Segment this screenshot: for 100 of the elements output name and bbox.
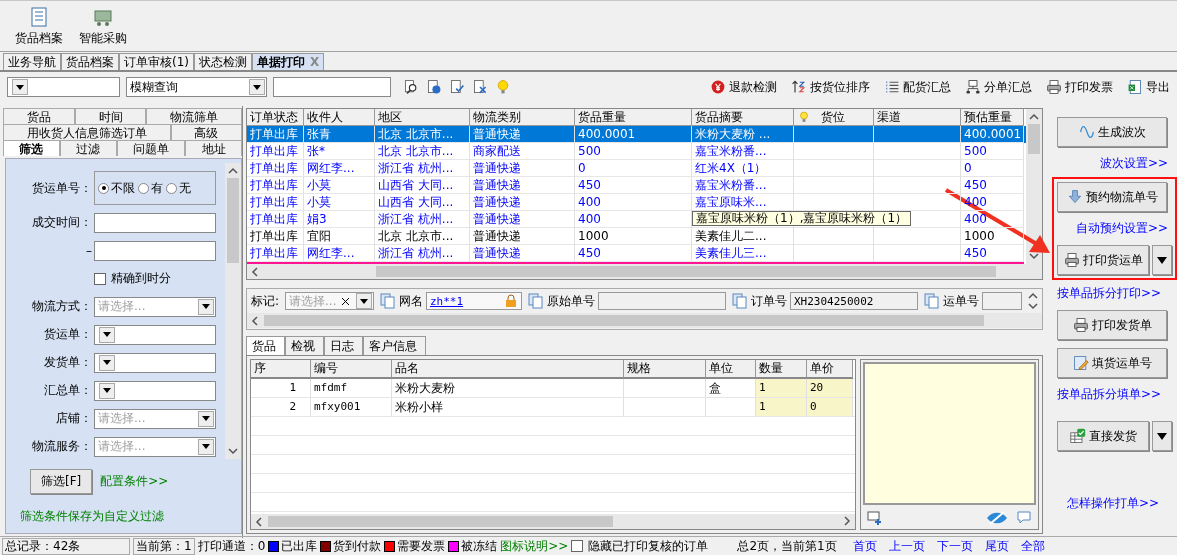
scroll-up-icon[interactable] [228, 166, 238, 176]
page-link[interactable]: 下一页 [937, 537, 973, 555]
filter-button[interactable]: 筛选[F] [30, 469, 93, 494]
input-field[interactable] [982, 292, 1022, 310]
toolbar-button[interactable]: 退款检测 [710, 78, 777, 96]
toolbar-button[interactable]: 打印发票 [1046, 78, 1113, 96]
scroll-left-icon[interactable] [250, 266, 260, 277]
action-button[interactable]: 预约物流单号 [1057, 182, 1167, 212]
scrollbar[interactable] [251, 514, 855, 529]
dropdown-button[interactable] [1152, 245, 1172, 275]
toolbar-button[interactable]: 配货汇总 [884, 78, 951, 96]
copy-icon[interactable] [732, 293, 748, 309]
toolbar-button[interactable]: 智能采购 [76, 7, 130, 51]
radio-option[interactable]: 无 [166, 179, 191, 197]
search-icon[interactable] [403, 78, 419, 96]
page-link[interactable]: 上一页 [889, 537, 925, 555]
delete-document-icon[interactable] [472, 78, 488, 96]
settings-link[interactable]: 按单品拆分填单>> [1057, 386, 1162, 403]
tab[interactable]: 过滤 [59, 140, 117, 156]
column-header[interactable]: 序 [251, 360, 311, 379]
table-row[interactable]: 打单出库 张* 北京 北京市... 商家配送 500 嘉宝米粉番... 500 [247, 143, 1026, 160]
scrollbar[interactable] [247, 313, 1042, 328]
note-area[interactable] [863, 362, 1036, 505]
tab[interactable]: 用收货人信息筛选订单 [3, 124, 171, 140]
table-row[interactable]: 打单出库 张青 北京 北京市... 普通快递 400.0001 米粉大麦粉 ... 400.0001 [247, 126, 1026, 143]
action-button[interactable]: 填货运单号 [1057, 348, 1167, 378]
scroll-left-icon[interactable] [254, 516, 264, 527]
column-header[interactable]: 订单状态 [247, 109, 304, 126]
column-header[interactable]: 货品摘要 [692, 109, 794, 126]
tab[interactable]: 日志 [324, 336, 363, 355]
toolbar-button[interactable]: 分单汇总 [965, 78, 1032, 96]
tab[interactable]: 问题单 [116, 140, 186, 156]
column-header[interactable]: 预估重量 [961, 109, 1024, 126]
tab[interactable]: 订单审核(1) [119, 53, 194, 70]
tab[interactable]: 状态检测 [194, 53, 252, 70]
tab[interactable]: 检视 [285, 336, 324, 355]
globe-document-icon[interactable] [426, 78, 442, 96]
column-header[interactable]: 规格 [624, 360, 706, 379]
action-button[interactable]: 直接发货 [1057, 421, 1149, 451]
column-header[interactable]: 单价 [807, 360, 853, 379]
column-header[interactable]: 物流类别 [470, 109, 575, 126]
hide-icon[interactable] [986, 511, 1008, 525]
settings-link[interactable]: 波次设置>> [1099, 155, 1172, 172]
search-mode-dropdown[interactable]: 模糊查询 [126, 77, 267, 97]
tab[interactable]: 时间 [74, 108, 147, 124]
tab[interactable]: 单据打印 X [252, 53, 325, 70]
scroll-down-icon[interactable] [228, 446, 238, 456]
scroll-down-icon[interactable] [1029, 251, 1039, 261]
scroll-right-icon[interactable] [842, 515, 852, 526]
table-row[interactable]: 打单出库 小莫 山西省 大同... 普通快递 450 嘉宝米粉番... 450 [247, 177, 1026, 194]
scrollbar[interactable] [247, 264, 1042, 279]
column-header[interactable]: 渠道 [874, 109, 961, 126]
column-header[interactable]: 货品重量 [575, 109, 692, 126]
scroll-thumb[interactable] [268, 516, 613, 527]
tab[interactable]: 货品 [3, 108, 75, 124]
tab[interactable]: 地址 [185, 140, 242, 156]
radio-option[interactable]: 不限 [98, 179, 135, 197]
scroll-thumb[interactable] [376, 266, 996, 277]
select-field[interactable] [94, 324, 216, 345]
column-header[interactable]: 收件人 [304, 109, 375, 126]
column-header[interactable]: 数量 [756, 360, 807, 379]
action-button[interactable]: 打印货运单 [1057, 245, 1149, 275]
scroll-up-icon[interactable] [1028, 291, 1038, 301]
comment-icon[interactable] [1016, 510, 1032, 526]
scroll-down-icon[interactable] [1028, 301, 1038, 311]
save-filter-link[interactable]: 筛选条件保存为自定义过滤 [20, 508, 164, 525]
dropdown-button[interactable] [1152, 421, 1172, 451]
checkbox[interactable]: 精确到时分 [94, 270, 171, 287]
scroll-up-icon[interactable] [1029, 112, 1039, 122]
checkbox[interactable]: 隐藏已打印复核的订单 [571, 537, 709, 555]
config-link[interactable]: 配置条件>> [100, 473, 169, 490]
table-row[interactable]: 打单出库 网红李... 浙江省 杭州... 普通快递 0 红米4X（1） 0 [247, 160, 1026, 177]
table-row[interactable]: 打单出库 娟3 浙江省 杭州... 普通快递 400 嘉宝原味米粉（1）,嘉宝原味米粉（1） 400 [247, 211, 1026, 228]
settings-link[interactable]: 怎样操作打单>> [1067, 495, 1160, 512]
scroll-thumb[interactable] [227, 178, 239, 263]
settings-link[interactable]: 按单品拆分打印>> [1057, 285, 1162, 302]
dropdown[interactable] [7, 77, 120, 97]
clear-icon[interactable] [341, 296, 351, 306]
copy-icon[interactable] [528, 293, 544, 309]
table-row[interactable]: 打单出库 宜阳 北京 北京市... 普通快递 1000 美素佳儿二... 1000 [247, 228, 1026, 245]
search-field[interactable] [273, 77, 391, 97]
input-field[interactable] [94, 212, 216, 233]
tab[interactable]: 筛选 [3, 140, 60, 156]
scroll-thumb[interactable] [1028, 124, 1040, 154]
legend-link[interactable]: 图标说明>> [500, 537, 569, 555]
toolbar-button[interactable]: 按货位排序 [791, 78, 870, 96]
page-link[interactable]: 首页 [853, 537, 877, 555]
input-field[interactable] [94, 240, 216, 261]
scrollbar[interactable] [1026, 109, 1042, 264]
column-header[interactable]: 编号 [311, 360, 392, 379]
toolbar-button[interactable]: 导出 [1127, 78, 1170, 96]
select-field[interactable] [94, 380, 216, 401]
copy-icon[interactable] [924, 293, 940, 309]
action-button[interactable]: 打印发货单 [1057, 310, 1167, 340]
tab[interactable]: 业务导航 [3, 53, 61, 70]
column-header[interactable]: 货位 [794, 109, 874, 126]
copy-icon[interactable] [380, 293, 396, 309]
select-field[interactable] [94, 352, 216, 373]
check-document-icon[interactable] [449, 78, 465, 96]
add-note-icon[interactable] [867, 510, 883, 526]
